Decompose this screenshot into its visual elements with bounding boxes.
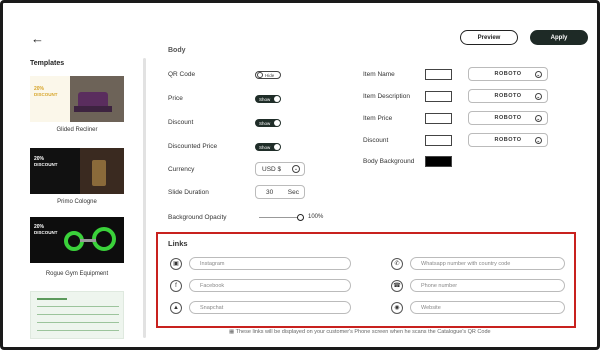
- template-card-gym[interactable]: 20% DISCOUNT Rogue Gym Equipment: [30, 217, 124, 277]
- template-card-fourth[interactable]: [30, 291, 124, 339]
- whatsapp-input[interactable]: Whatsapp number with country code: [410, 257, 565, 270]
- facebook-input[interactable]: Facebook: [189, 279, 351, 292]
- item-description-color-swatch[interactable]: [425, 91, 452, 102]
- instagram-icon: ▣: [170, 258, 182, 270]
- promo-word: DISCOUNT: [34, 230, 58, 235]
- snapchat-icon: ▲: [170, 302, 182, 314]
- opacity-slider-handle[interactable]: [297, 214, 304, 221]
- whatsapp-icon: ✆: [391, 258, 403, 270]
- currency-select[interactable]: USD $ ⌄: [255, 162, 305, 176]
- instagram-input[interactable]: Instagram: [189, 257, 351, 270]
- body-background-label: Body Background: [363, 158, 415, 165]
- app-frame: ← Preview Apply Templates 20% DISCOUNT G…: [0, 0, 600, 350]
- item-name-label: Item Name: [363, 71, 395, 78]
- slide-duration-label: Slide Duration: [168, 189, 209, 196]
- globe-icon: ◉: [391, 302, 403, 314]
- discounted-price-toggle[interactable]: Show: [255, 143, 281, 151]
- discount-label: Discount: [168, 119, 194, 126]
- item-name-color-swatch[interactable]: [425, 69, 452, 80]
- chevron-down-icon: ⌄: [535, 71, 542, 78]
- template-label: Rogue Gym Equipment: [45, 271, 109, 277]
- template-thumbnail: 20% DISCOUNT: [30, 76, 124, 122]
- item-description-label: Item Description: [363, 93, 410, 100]
- links-footnote: ▦ These links will be displayed on your …: [229, 329, 491, 335]
- opacity-value: 100%: [308, 214, 324, 220]
- apply-button[interactable]: Apply: [530, 30, 588, 45]
- opacity-slider-track[interactable]: [259, 217, 301, 218]
- item-description-font-select[interactable]: ROBOTO ⌄: [468, 89, 548, 103]
- chevron-down-icon: ⌄: [535, 137, 542, 144]
- phone-input[interactable]: Phone number: [410, 279, 565, 292]
- website-input[interactable]: Website: [410, 301, 565, 314]
- item-price-font-select[interactable]: ROBOTO ⌄: [468, 111, 548, 125]
- snapchat-input[interactable]: Snapchat: [189, 301, 351, 314]
- template-card-recliner[interactable]: 20% DISCOUNT Glided Recliner: [30, 76, 124, 133]
- links-title: Links: [168, 239, 188, 248]
- chevron-down-icon: ⌄: [535, 93, 542, 100]
- slide-duration-input[interactable]: 30 Sec: [255, 185, 305, 199]
- template-thumbnail: [30, 291, 124, 339]
- phone-icon: ☎: [391, 280, 403, 292]
- price-toggle[interactable]: Show: [255, 95, 281, 103]
- discount-color-swatch[interactable]: [425, 135, 452, 146]
- template-label: Glided Recliner: [56, 127, 98, 133]
- background-opacity-label: Background Opacity: [168, 214, 227, 221]
- template-card-cologne[interactable]: 20% DISCOUNT Primo Cologne: [30, 148, 124, 205]
- template-thumbnail: 20% DISCOUNT: [30, 148, 124, 194]
- body-background-color-swatch[interactable]: [425, 156, 452, 167]
- discount-toggle[interactable]: Show: [255, 119, 281, 127]
- templates-title: Templates: [30, 60, 65, 67]
- price-label: Price: [168, 95, 183, 102]
- info-icon: ▦: [229, 329, 236, 335]
- chevron-down-icon: ⌄: [292, 165, 300, 173]
- chevron-down-icon: ⌄: [535, 115, 542, 122]
- discount-style-label: Discount: [363, 137, 389, 144]
- sidebar-scrollbar[interactable]: [143, 58, 146, 338]
- qr-code-label: QR Code: [168, 71, 196, 78]
- section-heading: Body: [168, 47, 186, 54]
- qr-code-toggle[interactable]: Hide: [255, 71, 281, 79]
- facebook-icon: f: [170, 280, 182, 292]
- item-name-font-select[interactable]: ROBOTO ⌄: [468, 67, 548, 81]
- discount-font-select[interactable]: ROBOTO ⌄: [468, 133, 548, 147]
- discounted-price-label: Discounted Price: [168, 143, 218, 150]
- back-arrow-icon[interactable]: ←: [31, 31, 44, 46]
- promo-word: DISCOUNT: [34, 162, 58, 167]
- item-price-label: Item Price: [363, 115, 393, 122]
- currency-label: Currency: [168, 166, 195, 173]
- template-thumbnail: 20% DISCOUNT: [30, 217, 124, 263]
- promo-word: DISCOUNT: [34, 92, 58, 97]
- preview-button[interactable]: Preview: [460, 30, 518, 45]
- item-price-color-swatch[interactable]: [425, 113, 452, 124]
- template-label: Primo Cologne: [57, 199, 97, 205]
